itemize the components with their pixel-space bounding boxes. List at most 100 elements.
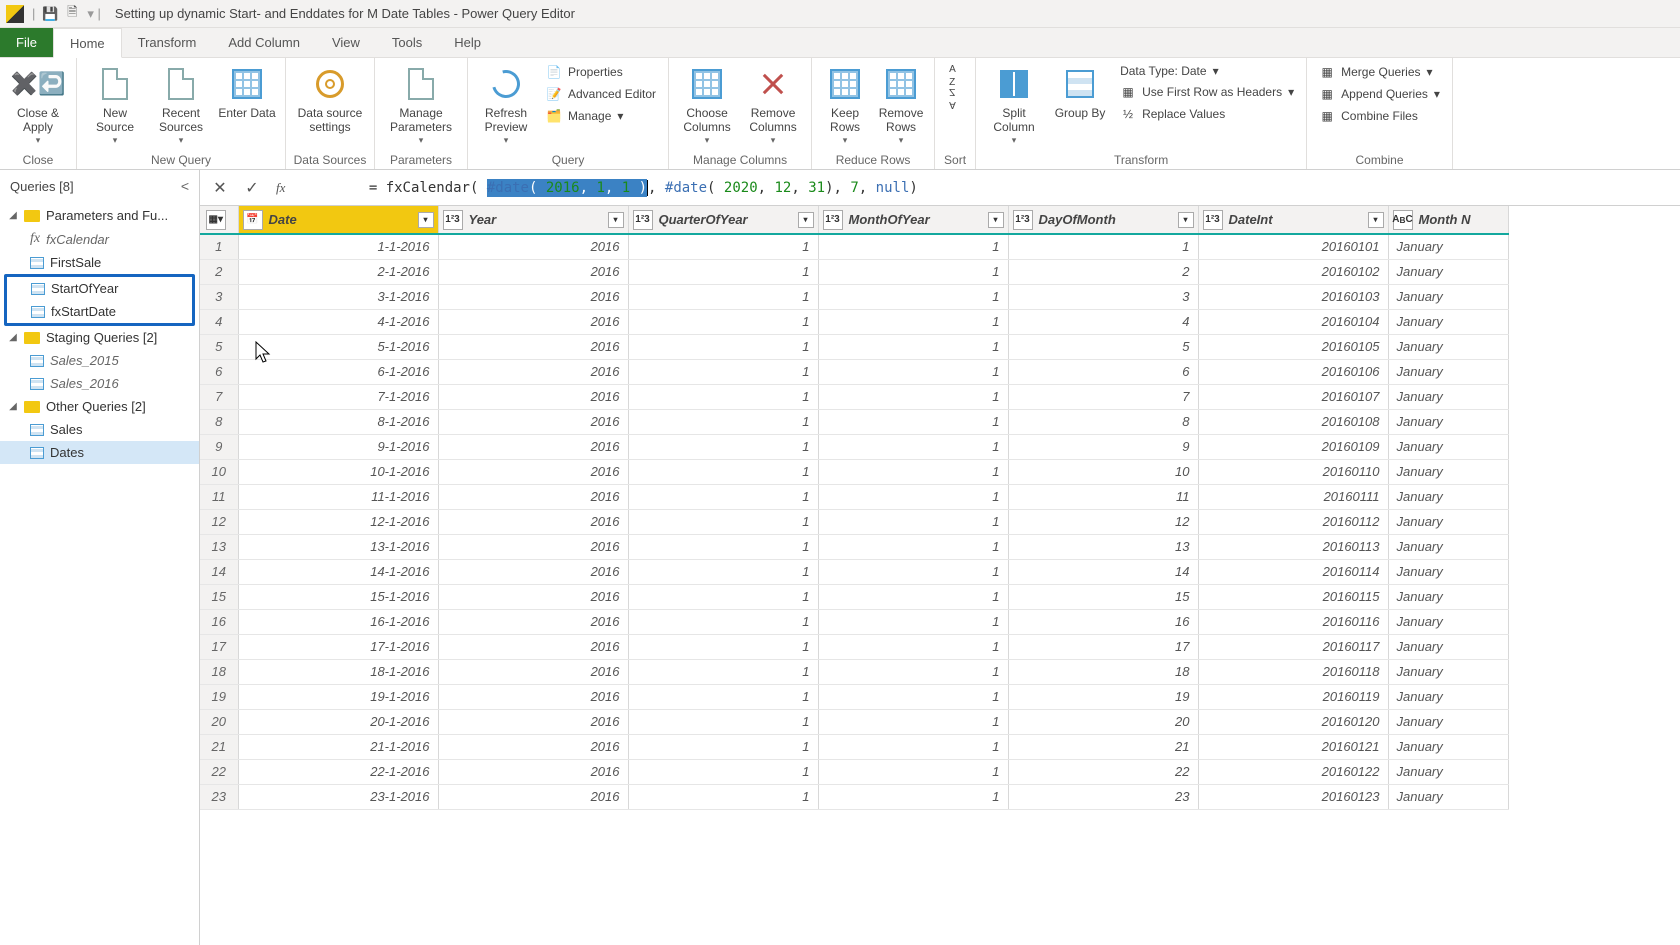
row-number-cell[interactable]: 20 (200, 709, 238, 734)
cell-dateint[interactable]: 20160112 (1198, 509, 1388, 534)
table-row[interactable]: 33-1-2016201611320160103January (200, 284, 1508, 309)
cell-month[interactable]: 1 (818, 734, 1008, 759)
table-row[interactable]: 1515-1-20162016111520160115January (200, 584, 1508, 609)
cell-quarter[interactable]: 1 (628, 634, 818, 659)
cell-day[interactable]: 21 (1008, 734, 1198, 759)
recent-sources-button[interactable]: Recent Sources▾ (149, 62, 213, 148)
row-number-cell[interactable]: 23 (200, 784, 238, 809)
cell-quarter[interactable]: 1 (628, 659, 818, 684)
cell-month[interactable]: 1 (818, 334, 1008, 359)
cell-day[interactable]: 5 (1008, 334, 1198, 359)
cell-monthname[interactable]: January (1388, 334, 1508, 359)
cell-month[interactable]: 1 (818, 659, 1008, 684)
cell-date[interactable]: 9-1-2016 (238, 434, 438, 459)
tab-add-column[interactable]: Add Column (212, 28, 316, 57)
cell-year[interactable]: 2016 (438, 484, 628, 509)
cell-day[interactable]: 18 (1008, 659, 1198, 684)
col-header-dateint[interactable]: 1²3DateInt▾ (1198, 206, 1388, 234)
row-number-cell[interactable]: 19 (200, 684, 238, 709)
cell-dateint[interactable]: 20160108 (1198, 409, 1388, 434)
cell-year[interactable]: 2016 (438, 359, 628, 384)
cell-quarter[interactable]: 1 (628, 509, 818, 534)
cell-year[interactable]: 2016 (438, 234, 628, 259)
cell-year[interactable]: 2016 (438, 259, 628, 284)
table-row[interactable]: 88-1-2016201611820160108January (200, 409, 1508, 434)
queries-group-other[interactable]: ◢ Other Queries [2] (0, 395, 199, 418)
query-dates[interactable]: Dates (0, 441, 199, 464)
cell-month[interactable]: 1 (818, 434, 1008, 459)
cell-date[interactable]: 3-1-2016 (238, 284, 438, 309)
cell-date[interactable]: 13-1-2016 (238, 534, 438, 559)
row-number-cell[interactable]: 14 (200, 559, 238, 584)
refresh-preview-button[interactable]: Refresh Preview▾ (474, 62, 538, 148)
cell-year[interactable]: 2016 (438, 434, 628, 459)
row-number-cell[interactable]: 6 (200, 359, 238, 384)
type-int-icon[interactable]: 1²3 (1203, 210, 1223, 230)
cell-monthname[interactable]: January (1388, 634, 1508, 659)
cell-year[interactable]: 2016 (438, 334, 628, 359)
cell-monthname[interactable]: January (1388, 709, 1508, 734)
cell-year[interactable]: 2016 (438, 609, 628, 634)
cell-monthname[interactable]: January (1388, 484, 1508, 509)
choose-columns-button[interactable]: Choose Columns▾ (675, 62, 739, 148)
table-row[interactable]: 22-1-2016201611220160102January (200, 259, 1508, 284)
cell-dateint[interactable]: 20160109 (1198, 434, 1388, 459)
cell-quarter[interactable]: 1 (628, 584, 818, 609)
row-number-cell[interactable]: 5 (200, 334, 238, 359)
cell-monthname[interactable]: January (1388, 784, 1508, 809)
tab-transform[interactable]: Transform (122, 28, 213, 57)
cell-date[interactable]: 4-1-2016 (238, 309, 438, 334)
cell-dateint[interactable]: 20160104 (1198, 309, 1388, 334)
queries-group-parameters[interactable]: ◢ Parameters and Fu... (0, 204, 199, 227)
cell-quarter[interactable]: 1 (628, 759, 818, 784)
cell-dateint[interactable]: 20160116 (1198, 609, 1388, 634)
cell-quarter[interactable]: 1 (628, 609, 818, 634)
type-int-icon[interactable]: 1²3 (823, 210, 843, 230)
cell-month[interactable]: 1 (818, 684, 1008, 709)
cell-dateint[interactable]: 20160107 (1198, 384, 1388, 409)
type-int-icon[interactable]: 1²3 (443, 210, 463, 230)
table-row[interactable]: 1717-1-20162016111720160117January (200, 634, 1508, 659)
cell-dateint[interactable]: 20160105 (1198, 334, 1388, 359)
cell-date[interactable]: 8-1-2016 (238, 409, 438, 434)
col-header-monthname[interactable]: ABCMonth N (1388, 206, 1508, 234)
cell-day[interactable]: 9 (1008, 434, 1198, 459)
col-header-date[interactable]: 📅Date▾ (238, 206, 438, 234)
table-row[interactable]: 44-1-2016201611420160104January (200, 309, 1508, 334)
cell-dateint[interactable]: 20160103 (1198, 284, 1388, 309)
table-row[interactable]: 1818-1-20162016111820160118January (200, 659, 1508, 684)
cell-month[interactable]: 1 (818, 234, 1008, 259)
cell-quarter[interactable]: 1 (628, 309, 818, 334)
cell-year[interactable]: 2016 (438, 734, 628, 759)
cell-quarter[interactable]: 1 (628, 259, 818, 284)
cell-year[interactable]: 2016 (438, 584, 628, 609)
cell-month[interactable]: 1 (818, 284, 1008, 309)
cell-dateint[interactable]: 20160114 (1198, 559, 1388, 584)
col-filter-dropdown[interactable]: ▾ (798, 212, 814, 228)
cell-quarter[interactable]: 1 (628, 484, 818, 509)
row-number-cell[interactable]: 2 (200, 259, 238, 284)
cell-quarter[interactable]: 1 (628, 284, 818, 309)
sort-asc-button[interactable] (941, 66, 969, 86)
table-row[interactable]: 2121-1-20162016112120160121January (200, 734, 1508, 759)
table-row[interactable]: 2222-1-20162016112220160122January (200, 759, 1508, 784)
manage-button[interactable]: 🗂️Manage ▾ (540, 106, 662, 126)
data-source-settings-button[interactable]: Data source settings (292, 62, 368, 137)
cell-day[interactable]: 14 (1008, 559, 1198, 584)
cell-month[interactable]: 1 (818, 759, 1008, 784)
new-source-button[interactable]: New Source▾ (83, 62, 147, 148)
query-fxstartdate[interactable]: fxStartDate (7, 300, 192, 323)
cell-dateint[interactable]: 20160115 (1198, 584, 1388, 609)
table-options-icon[interactable]: ▦▾ (206, 210, 226, 230)
cell-date[interactable]: 14-1-2016 (238, 559, 438, 584)
row-number-cell[interactable]: 3 (200, 284, 238, 309)
cell-month[interactable]: 1 (818, 709, 1008, 734)
cell-monthname[interactable]: January (1388, 659, 1508, 684)
replace-values-button[interactable]: ½Replace Values (1114, 104, 1300, 124)
cell-month[interactable]: 1 (818, 534, 1008, 559)
queries-group-staging[interactable]: ◢ Staging Queries [2] (0, 326, 199, 349)
cell-month[interactable]: 1 (818, 309, 1008, 334)
cell-date[interactable]: 16-1-2016 (238, 609, 438, 634)
cell-month[interactable]: 1 (818, 384, 1008, 409)
cell-year[interactable]: 2016 (438, 709, 628, 734)
